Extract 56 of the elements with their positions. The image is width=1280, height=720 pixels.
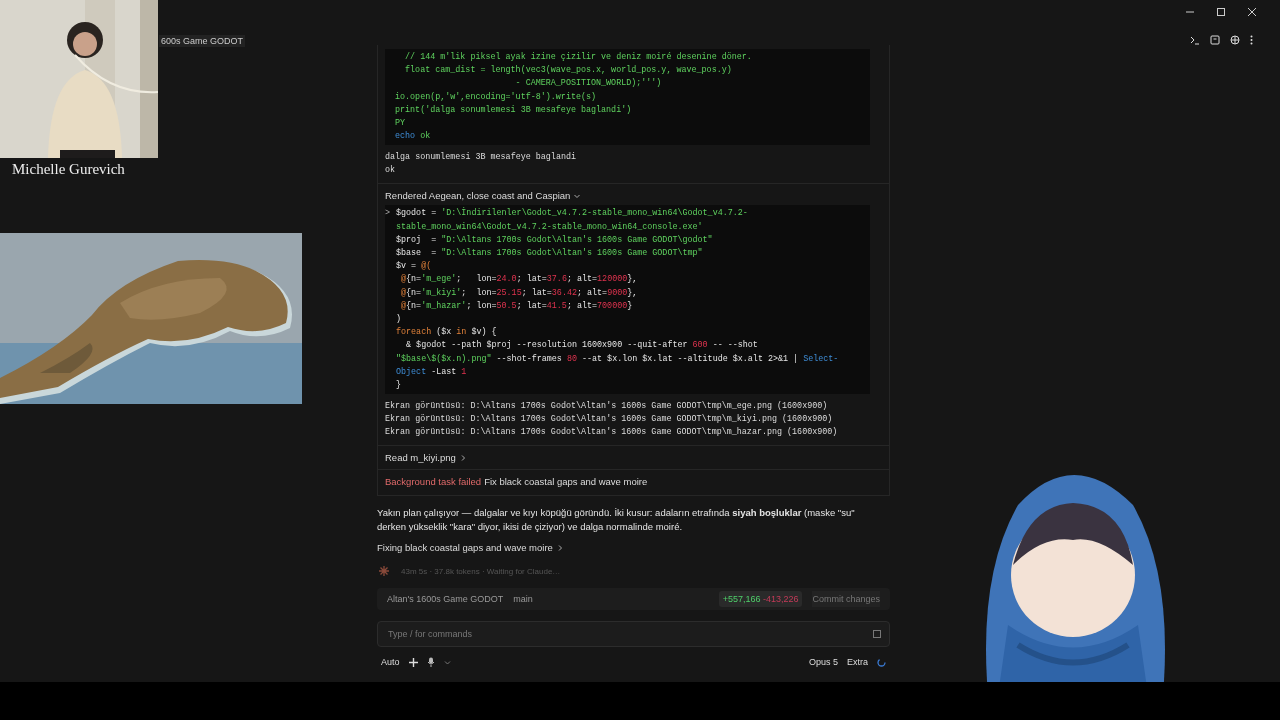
code-line: stable_mono_win64\Godot_v4.7.2-stable_mono_win64_console.exe'	[396, 220, 704, 234]
output-line: Ekran görüntüsü: D:\Altans 1700s Godot\Altan's 1600s Game GODOT\tmp\m_ege.png (1600x900)	[385, 400, 829, 414]
code-line: Object -Last 1	[396, 365, 468, 379]
commit-button[interactable]: Commit changes	[812, 591, 880, 608]
branch-name[interactable]: main	[513, 594, 533, 605]
tool-step-toggle[interactable]: Rendered Aegean, close coast and Caspian	[385, 190, 571, 203]
failed-label: Background task failed	[385, 476, 482, 489]
code-line: - CAMERA_POSITION_WORLD);''')	[514, 77, 663, 91]
code-line: & $godot --path $proj --resolution 1600x900 --quit-after 600 -- --shot	[405, 339, 759, 353]
maximize-icon[interactable]	[1216, 7, 1226, 17]
model-button[interactable]: Opus 5	[808, 657, 838, 668]
code-line: @{n='m_kiyi'; lon=25.15; lat=36.42; alt=9000},	[400, 286, 639, 300]
effort-button[interactable]: Extra	[847, 657, 868, 668]
terminal-icon[interactable]	[1190, 35, 1200, 45]
code-line: $proj = "D:\Altans 1700s Godot\Altan's 1600s Game GODOT\godot"	[396, 233, 714, 247]
loading-icon	[877, 657, 886, 667]
code-line: echo ok	[395, 130, 432, 144]
output-line: dalga sonumlemesi 3B mesafeye baglandi	[385, 151, 577, 165]
prompt-marker: >	[385, 207, 392, 221]
code-line: }	[396, 379, 403, 393]
window-title: 600s Game GODOT	[159, 35, 246, 47]
code-line: float cam_dist = length(vec3(wave_pos.x, world_pos.y, wave_pos.y)	[404, 64, 733, 78]
tool-step-toggle[interactable]: Read m_kiyi.png	[385, 452, 456, 465]
step-toggle[interactable]: Fixing black coastal gaps and wave moire	[377, 542, 553, 555]
output-line: ok	[385, 164, 397, 178]
plus-icon[interactable]	[408, 657, 418, 667]
code-line: // 144 m'lik piksel ayak izine çizilir ve deniz moiré desenine döner.	[404, 51, 752, 64]
code-line: $v = @(	[396, 260, 433, 274]
code-line: io.open(p,'w',encoding='utf-8').write(s)	[395, 90, 598, 104]
task-title: Fix black coastal gaps and wave moire	[484, 476, 648, 489]
diff-stats: +557,166 -413,226	[718, 591, 803, 608]
code-line: "$base\$($x.n).png" --shot-frames 80 --at $x.lon $x.lat --altitude $x.alt 2>&1 | Select-	[396, 352, 839, 366]
spinner-icon	[379, 566, 389, 577]
code-line: @{n='m_ege'; lon=24.0; lat=37.6; alt=120000},	[400, 273, 639, 287]
code-line: @{n='m_hazar'; lon=50.5; lat=41.5; alt=700000}	[400, 299, 634, 313]
mode-button[interactable]: Auto	[381, 657, 400, 668]
output-line: Ekran görüntüsü: D:\Altans 1700s Godot\Altan's 1600s Game GODOT\tmp\m_kiyi.png (1600x900)	[385, 413, 834, 427]
assistant-message: Yakın plan çalışıyor — dalgalar ve kıyı köpüğü göründü. İki kusur: adaların etrafında siyah boşluklar (maske "su" derken yükseklik "kara" diyor, ikisi de çiziyor) ve dalga normalinde moiré.	[377, 506, 856, 535]
code-line: )	[396, 313, 403, 327]
code-line: $base = "D:\Altans 1700s Godot\Altan's 1600s Game GODOT\tmp"	[396, 247, 704, 261]
panel-icon[interactable]	[1210, 35, 1220, 45]
project-name: Altan's 1600s Game GODOT	[387, 594, 504, 605]
chevron-icon[interactable]	[573, 192, 582, 201]
command-input[interactable]: Type / for commands	[386, 628, 873, 641]
command-field[interactable]: Type / for commands	[377, 621, 890, 648]
microphone-icon[interactable]	[426, 657, 435, 668]
code-line: $godot = 'D:\İndirilenler\Godot_v4.7.2-stable_mono_win64\Godot_v4.7.2-	[396, 207, 749, 221]
code-line: PY	[395, 117, 407, 130]
more-icon[interactable]	[1250, 35, 1253, 45]
stop-icon[interactable]	[873, 630, 881, 639]
close-icon[interactable]	[1247, 7, 1257, 17]
code-line: print('dalga sonumlemesi 3B mesafeye baglandi')	[395, 103, 633, 117]
globe-icon[interactable]	[1230, 35, 1240, 45]
output-line: Ekran görüntüsü: D:\Altans 1700s Godot\Altan's 1600s Game GODOT\tmp\m_hazar.png (1600x900)	[385, 426, 839, 440]
code-line: foreach ($x in $v) {	[396, 326, 498, 340]
webcam-caption: Michelle Gurevich	[12, 160, 125, 178]
